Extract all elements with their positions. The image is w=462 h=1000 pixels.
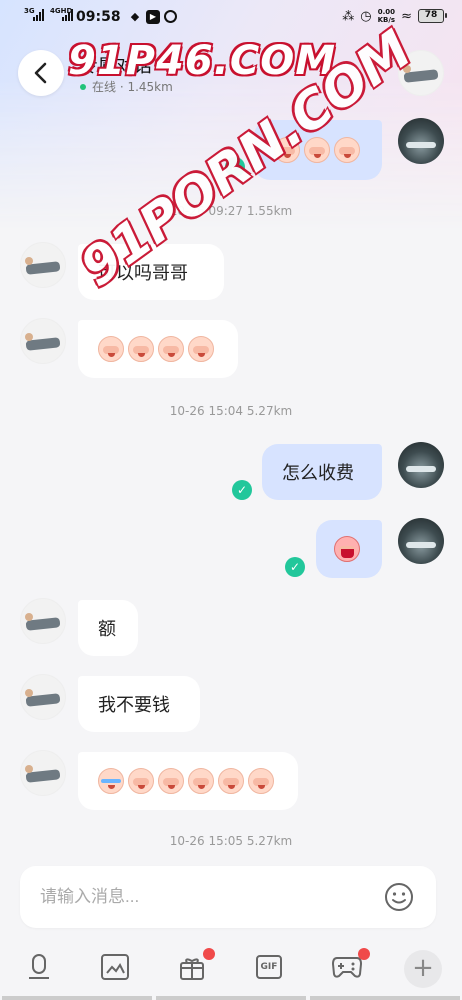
message-timestamp: 10-26 15:04 5.27km	[169, 404, 293, 418]
net-speed-value: 0.00	[377, 8, 395, 16]
game-button[interactable]	[330, 948, 370, 984]
search-app-icon	[164, 10, 177, 23]
covered-emoji-icon	[188, 336, 214, 362]
self-avatar[interactable]	[398, 518, 444, 564]
alarm-icon: ◷	[360, 8, 372, 24]
peer-avatar[interactable]	[20, 242, 66, 288]
message-text: 额	[98, 619, 116, 640]
gift-button[interactable]	[175, 948, 215, 984]
online-dot-icon	[80, 83, 86, 90]
cry-emoji-icon	[98, 768, 124, 794]
watermark-top: 91P46.COM	[68, 38, 337, 84]
video-app-icon: ▶	[146, 10, 160, 24]
microphone-icon	[29, 954, 49, 979]
message-bubble-peer[interactable]	[78, 320, 238, 378]
covered-emoji-icon	[98, 336, 124, 362]
covered-emoji-icon	[128, 336, 154, 362]
covered-emoji-icon	[128, 768, 154, 794]
signal-icon	[33, 9, 44, 21]
covered-emoji-icon	[218, 768, 244, 794]
self-avatar[interactable]	[398, 442, 444, 488]
navigation-bar	[0, 996, 462, 1000]
notification-badge	[358, 948, 370, 960]
notification-bell-icon: ◆	[130, 10, 140, 23]
self-avatar[interactable]	[398, 118, 444, 164]
gif-button[interactable]: GIF	[252, 950, 286, 984]
signal-icon-2	[62, 9, 73, 21]
message-bubble-self[interactable]	[316, 520, 382, 578]
bluetooth-icon: ⁂	[342, 9, 355, 23]
covered-emoji-icon	[158, 768, 184, 794]
message-input[interactable]	[40, 882, 380, 912]
message-bubble-peer[interactable]: 我不要钱	[78, 676, 200, 732]
chevron-left-icon	[34, 62, 47, 84]
peer-avatar[interactable]	[20, 750, 66, 796]
clock: 09:58	[76, 9, 121, 25]
message-bubble-peer[interactable]	[78, 752, 298, 810]
message-bubble-peer[interactable]: 额	[78, 600, 138, 656]
read-check-icon: ✓	[232, 480, 252, 500]
more-options-button[interactable]: +	[404, 950, 442, 988]
laugh-emoji-icon	[334, 536, 360, 562]
covered-emoji-icon	[248, 768, 274, 794]
peer-avatar[interactable]	[20, 674, 66, 720]
peer-avatar[interactable]	[20, 598, 66, 644]
wifi-icon: ≈	[401, 8, 412, 24]
emoji-row	[98, 336, 214, 362]
image-button[interactable]	[98, 950, 132, 984]
gift-icon	[180, 958, 204, 980]
covered-emoji-icon	[334, 137, 360, 163]
notification-badge	[203, 948, 215, 960]
covered-emoji-icon	[158, 336, 184, 362]
game-controller-icon	[331, 957, 363, 978]
message-text: 怎么收费	[282, 463, 354, 484]
read-check-icon: ✓	[285, 557, 305, 577]
message-timestamp: 10-26 15:05 5.27km	[169, 834, 293, 848]
battery-icon: 78	[418, 9, 447, 23]
status-right: ⁂ ◷ 0.00 KB/s ≈ 78	[342, 8, 447, 24]
covered-emoji-icon	[188, 768, 214, 794]
emoji-row	[334, 536, 360, 562]
gif-icon: GIF	[256, 955, 282, 979]
chat-toolbar: GIF	[0, 944, 462, 994]
back-button[interactable]	[18, 50, 64, 96]
voice-button[interactable]	[22, 950, 56, 984]
message-input-container	[20, 866, 436, 928]
emoji-smile-icon[interactable]	[384, 882, 414, 912]
peer-avatar[interactable]	[20, 318, 66, 364]
emoji-row	[98, 768, 274, 794]
message-bubble-self[interactable]: 怎么收费	[262, 444, 382, 500]
message-text: 我不要钱	[98, 695, 170, 716]
image-icon	[101, 954, 129, 980]
